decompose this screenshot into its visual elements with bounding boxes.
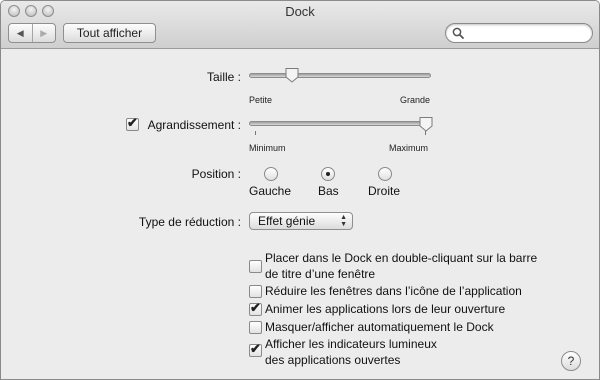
option-autohide-label: Masquer/afficher automatiquement le Dock [265,320,494,334]
option-double-click-checkbox[interactable] [249,260,262,273]
position-radio-left[interactable] [264,167,278,181]
option-double-click-label: Placer dans le Dock en double-cliquant s… [265,251,538,281]
forward-arrow-icon: ▶ [40,27,48,38]
position-option-right-label: Droite [368,184,401,198]
magnification-tick [255,131,256,135]
size-min-label: Petite [249,95,273,105]
position-radio-right[interactable] [378,167,392,181]
minimize-effect-popup[interactable]: Effet génie ▲ ▼ [249,212,353,230]
search-icon [452,27,464,39]
magnification-min-label: Minimum [249,143,286,153]
option-animate-apps-checkbox[interactable]: ✔ [249,300,262,316]
position-label: Position : [191,167,241,181]
back-arrow-icon: ◀ [16,27,24,38]
size-slider-track[interactable] [249,73,431,78]
help-button[interactable]: ? [561,351,581,371]
magnification-label: Agrandissement : [147,118,241,132]
position-radio-bottom[interactable] [321,167,335,181]
position-option-bottom-label: Bas [318,184,339,198]
forward-button[interactable]: ▶ [31,24,56,42]
popup-arrows-icon: ▲ ▼ [340,214,347,228]
toolbar: Dock ◀ ▶ Tout afficher [1,1,599,49]
position-option-left-label: Gauche [249,184,292,198]
checkmark-icon: ✔ [250,300,261,315]
dock-preferences-window: Dock ◀ ▶ Tout afficher Taille : Petite G… [0,0,600,380]
checkmark-icon: ✔ [127,115,138,130]
minimize-effect-label: Type de réduction : [138,215,241,229]
navigation-buttons: ◀ ▶ [8,23,56,43]
size-max-label: Grande [400,95,431,105]
minimize-effect-value: Effet génie [258,214,316,228]
option-minimize-into-icon-label: Réduire les fenêtres dans l’icône de l’a… [265,284,522,298]
magnification-slider-thumb[interactable] [419,116,433,132]
magnification-max-label: Maximum [389,143,429,153]
size-slider-thumb[interactable] [285,67,299,83]
search-field[interactable] [445,23,593,43]
size-label: Taille : [206,70,241,84]
search-input[interactable] [468,26,586,40]
option-minimize-into-icon-checkbox[interactable] [249,285,262,298]
checkmark-icon: ✔ [250,341,261,356]
magnification-slider-track[interactable] [249,121,431,126]
back-button[interactable]: ◀ [9,24,32,42]
option-indicator-lights-checkbox[interactable]: ✔ [249,341,262,357]
option-animate-apps-label: Animer les applications lors de leur ouv… [265,302,506,316]
window-title: Dock [285,4,315,19]
show-all-button[interactable]: Tout afficher [63,23,156,43]
option-autohide-checkbox[interactable] [249,321,262,334]
magnification-checkbox[interactable]: ✔ [126,115,139,131]
option-indicator-lights-label: Afficher les indicateurs lumineux des ap… [265,337,437,367]
